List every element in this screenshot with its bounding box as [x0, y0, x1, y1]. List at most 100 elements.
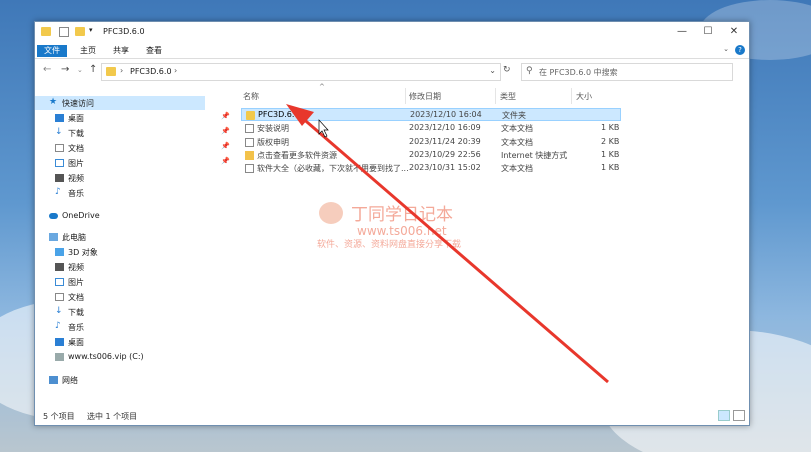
file-type: 文本文档 — [501, 138, 533, 147]
nav-label: 此电脑 — [62, 233, 86, 242]
computer-icon — [49, 233, 58, 241]
cube-icon — [55, 248, 64, 256]
nav-label: 音乐 — [68, 323, 84, 332]
search-box[interactable]: ⚲ 在 PFC3D.6.0 中搜索 — [521, 63, 733, 81]
nav-item-pc-desktop[interactable]: 桌面 — [35, 335, 205, 349]
minimize-button[interactable]: — — [669, 24, 695, 40]
nav-item-pictures[interactable]: 图片 📌 — [35, 156, 230, 170]
nav-label: 快速访问 — [62, 99, 94, 108]
file-size: 1 KB — [601, 123, 620, 132]
nav-item-c-drive[interactable]: www.ts006.vip (C:) — [35, 350, 205, 364]
refresh-icon[interactable]: ↻ — [503, 65, 511, 75]
nav-item-downloads[interactable]: ↓ 下载 📌 — [35, 126, 230, 140]
tab-share[interactable]: 共享 — [106, 45, 136, 57]
nav-label: 下载 — [68, 308, 84, 317]
close-button[interactable]: ✕ — [721, 24, 747, 40]
nav-label: 3D 对象 — [68, 248, 98, 257]
watermark-url: www.ts006.net — [357, 224, 447, 238]
file-name: PFC3D.6.0 — [258, 110, 300, 119]
column-header-size[interactable]: 大小 — [576, 91, 592, 102]
nav-label: 桌面 — [68, 114, 84, 123]
address-row: ← → ⌄ ↑ › PFC3D.6.0 › ⌄ ↻ ⚲ 在 PFC3D.6.0 … — [35, 58, 749, 82]
nav-label: 文档 — [68, 144, 84, 153]
file-name: 版权申明 — [257, 138, 289, 147]
title-bar: ▾ PFC3D.6.0 — ☐ ✕ — [35, 22, 749, 43]
nav-label: 桌面 — [68, 338, 84, 347]
nav-item-desktop[interactable]: 桌面 📌 — [35, 111, 230, 125]
file-size: 1 KB — [601, 150, 620, 159]
nav-item-music[interactable]: ♪ 音乐 — [35, 186, 205, 200]
search-icon: ⚲ — [526, 66, 533, 76]
download-icon: ↓ — [55, 306, 63, 316]
help-icon[interactable]: ? — [735, 45, 745, 55]
file-row[interactable]: 点击查看更多软件资源 2023/10/29 22:56 Internet 快捷方… — [241, 149, 621, 162]
back-icon[interactable]: ← — [43, 64, 51, 75]
column-header-type[interactable]: 类型 — [500, 91, 516, 102]
explorer-window: ▾ PFC3D.6.0 — ☐ ✕ 文件 主页 共享 查看 ? ⌄ ← → ⌄ … — [34, 21, 750, 426]
address-dropdown-icon[interactable]: ⌄ — [489, 66, 496, 75]
forward-icon[interactable]: → — [61, 64, 69, 75]
file-date: 2023/12/10 16:09 — [409, 123, 481, 132]
nav-label: 图片 — [68, 159, 84, 168]
address-bar[interactable]: › PFC3D.6.0 › ⌄ — [101, 63, 501, 81]
folder-icon — [106, 67, 116, 76]
pin-icon: 📌 — [221, 157, 230, 165]
file-row[interactable]: 版权申明 2023/11/24 20:39 文本文档 2 KB — [241, 136, 621, 149]
column-divider[interactable] — [405, 88, 406, 104]
nav-item-pc-downloads[interactable]: ↓ 下载 — [35, 305, 205, 319]
recent-locations-icon[interactable]: ⌄ — [77, 66, 83, 74]
file-date: 2023/11/24 20:39 — [409, 137, 481, 146]
nav-label: 下载 — [68, 129, 84, 138]
ribbon-expand-icon[interactable]: ⌄ — [723, 45, 729, 53]
file-row[interactable]: 软件大全（必收藏，下次就不用要到找了... 2023/10/31 15:02 文… — [241, 162, 621, 175]
quick-access-toolbar-dropdown-icon[interactable]: ▾ — [89, 26, 99, 35]
nav-quick-access[interactable]: ★ 快速访问 — [35, 96, 205, 110]
breadcrumb-path[interactable]: PFC3D.6.0 — [130, 67, 172, 76]
column-divider[interactable] — [571, 88, 572, 104]
column-divider[interactable] — [495, 88, 496, 104]
pin-icon: 📌 — [221, 142, 230, 150]
desktop-icon — [55, 114, 64, 122]
file-row[interactable]: 安装说明 2023/12/10 16:09 文本文档 1 KB — [241, 122, 621, 135]
nav-label: 视频 — [68, 174, 84, 183]
sort-ascending-icon: ^ — [319, 83, 325, 91]
file-date: 2023/12/10 16:04 — [410, 110, 482, 119]
column-header-date[interactable]: 修改日期 — [409, 91, 441, 102]
picture-icon — [55, 159, 64, 167]
file-row[interactable]: PFC3D.6.0 2023/12/10 16:04 文件夹 — [241, 108, 621, 121]
nav-network[interactable]: 网络 — [35, 373, 205, 387]
nav-this-pc[interactable]: 此电脑 — [35, 230, 205, 244]
nav-item-pc-videos[interactable]: 视频 — [35, 260, 205, 274]
video-icon — [55, 174, 64, 182]
up-icon[interactable]: ↑ — [89, 64, 97, 75]
status-selected-count: 选中 1 个项目 — [87, 412, 138, 421]
video-icon — [55, 263, 64, 271]
file-type: Internet 快捷方式 — [501, 151, 568, 160]
mascot-logo-icon — [319, 202, 343, 224]
properties-icon[interactable] — [59, 27, 69, 37]
shortcut-icon — [245, 151, 254, 160]
file-type: 文本文档 — [501, 124, 533, 133]
nav-onedrive[interactable]: OneDrive — [35, 209, 205, 223]
maximize-button[interactable]: ☐ — [695, 24, 721, 40]
nav-item-pc-pictures[interactable]: 图片 — [35, 275, 205, 289]
nav-item-3d-objects[interactable]: 3D 对象 — [35, 245, 205, 259]
nav-label: 视频 — [68, 263, 84, 272]
breadcrumb-separator: › — [174, 66, 178, 75]
nav-label: 图片 — [68, 278, 84, 287]
nav-item-pc-documents[interactable]: 文档 — [35, 290, 205, 304]
ribbon: 文件 主页 共享 查看 ? ⌄ — [35, 43, 749, 59]
watermark-title: 丁同学日记本 — [351, 205, 453, 225]
tab-view[interactable]: 查看 — [139, 45, 169, 57]
document-icon — [55, 293, 64, 301]
nav-item-videos[interactable]: 视频 — [35, 171, 205, 185]
nav-item-documents[interactable]: 文档 📌 — [35, 141, 230, 155]
tab-home[interactable]: 主页 — [73, 45, 103, 57]
nav-item-pc-music[interactable]: ♪ 音乐 — [35, 320, 205, 334]
large-icons-view-button[interactable] — [733, 410, 745, 421]
details-view-button[interactable] — [718, 410, 730, 421]
new-folder-icon[interactable] — [75, 27, 85, 36]
file-type: 文件夹 — [502, 111, 526, 120]
tab-file[interactable]: 文件 — [37, 45, 67, 57]
column-header-name[interactable]: 名称 — [243, 91, 259, 102]
